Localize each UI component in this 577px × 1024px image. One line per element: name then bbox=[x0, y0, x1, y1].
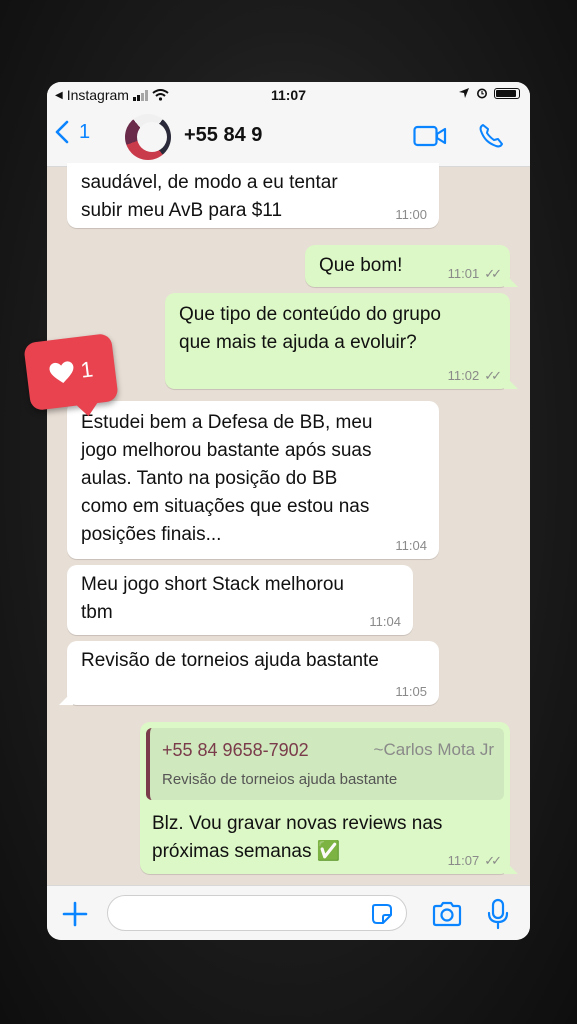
message-bubble-incoming[interactable]: Meu jogo short Stack melhorou tbm 11:04 bbox=[67, 565, 413, 635]
message-time: 11:00 bbox=[395, 207, 427, 222]
quoted-author-number: +55 84 9658-7902 bbox=[162, 740, 309, 760]
message-time: 11:02 ✓✓ bbox=[447, 368, 502, 383]
contact-name[interactable]: +55 84 9 bbox=[184, 124, 262, 147]
like-notification-badge: 1 bbox=[23, 332, 119, 412]
battery-icon bbox=[494, 87, 520, 99]
plus-icon[interactable] bbox=[61, 900, 89, 928]
message-input[interactable] bbox=[107, 895, 407, 931]
location-arrow-icon bbox=[459, 88, 469, 98]
message-text: Estudei bem a Defesa de BB, meu jogo mel… bbox=[81, 412, 373, 545]
chevron-left-icon bbox=[55, 120, 69, 144]
chat-area[interactable]: saudável, de modo a eu tentar subir meu … bbox=[47, 163, 530, 885]
like-count: 1 bbox=[79, 356, 95, 383]
message-bubble-incoming[interactable]: Estudei bem a Defesa de BB, meu jogo mel… bbox=[67, 401, 439, 559]
message-time: 11:04 bbox=[369, 614, 401, 629]
message-text: Que tipo de conteúdo do grupo que mais t… bbox=[179, 304, 441, 353]
phone-screen: ◀ Instagram 11:07 1 +55 84 9 saudável, d… bbox=[47, 82, 530, 940]
message-text: saudável, de modo a eu tentar subir meu … bbox=[81, 172, 338, 221]
message-bubble-incoming[interactable]: Revisão de torneios ajuda bastante 11:05 bbox=[59, 641, 439, 705]
message-bubble-outgoing[interactable]: Que tipo de conteúdo do grupo que mais t… bbox=[165, 293, 518, 389]
status-bar: ◀ Instagram 11:07 bbox=[47, 82, 530, 108]
quoted-text: Revisão de torneios ajuda bastante bbox=[162, 771, 398, 788]
read-receipt-icon: ✓✓ bbox=[484, 266, 502, 281]
sticker-icon[interactable] bbox=[371, 903, 393, 925]
alarm-icon bbox=[477, 88, 487, 99]
read-receipt-icon: ✓✓ bbox=[484, 368, 502, 383]
message-text: Meu jogo short Stack melhorou tbm bbox=[81, 574, 344, 623]
microphone-icon[interactable] bbox=[487, 898, 509, 930]
camera-icon[interactable] bbox=[431, 900, 463, 928]
read-receipt-icon: ✓✓ bbox=[484, 853, 502, 868]
heart-icon bbox=[49, 361, 74, 384]
video-camera-icon[interactable] bbox=[413, 124, 447, 148]
composer-bar bbox=[47, 885, 530, 940]
message-text: Blz. Vou gravar novas reviews nas próxim… bbox=[152, 813, 443, 862]
contact-avatar[interactable] bbox=[125, 114, 171, 160]
message-bubble-outgoing-reply[interactable]: +55 84 9658-7902 ~Carlos Mota Jr Revisão… bbox=[140, 722, 518, 874]
message-time: 11:01 ✓✓ bbox=[447, 266, 502, 281]
unread-count: 1 bbox=[79, 120, 91, 143]
status-indicators bbox=[458, 87, 520, 99]
back-button[interactable]: 1 bbox=[55, 120, 90, 144]
message-time: 11:04 bbox=[395, 538, 427, 553]
message-bubble-outgoing[interactable]: Que bom! 11:01 ✓✓ bbox=[305, 245, 518, 287]
quoted-message[interactable]: +55 84 9658-7902 ~Carlos Mota Jr Revisão… bbox=[146, 728, 504, 800]
phone-icon[interactable] bbox=[477, 122, 505, 150]
message-time: 11:05 bbox=[395, 684, 427, 699]
quoted-author-name: ~Carlos Mota Jr bbox=[373, 740, 494, 759]
chat-header: 1 +55 84 9 bbox=[47, 108, 530, 167]
message-text: Revisão de torneios ajuda bastante bbox=[81, 650, 379, 671]
message-bubble-incoming[interactable]: saudável, de modo a eu tentar subir meu … bbox=[67, 163, 439, 228]
message-time: 11:07 ✓✓ bbox=[447, 853, 502, 868]
